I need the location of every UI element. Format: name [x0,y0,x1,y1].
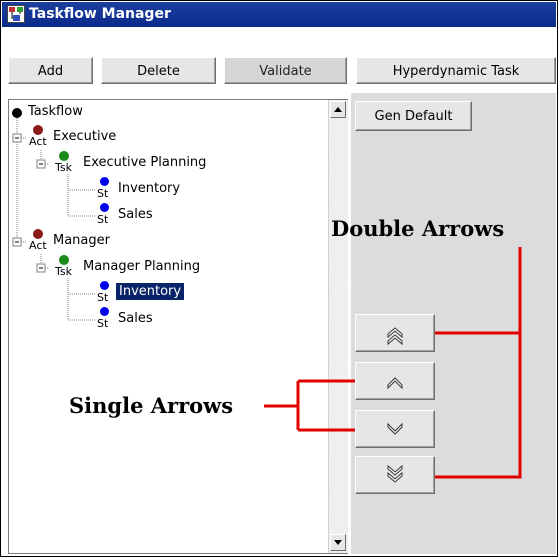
single-arrows-annotation: Single Arrows [69,393,234,418]
double-arrows-annotation: Double Arrows [331,216,505,241]
callout-lines [264,247,522,479]
taskflow-manager-window: Taskflow Manager Add Delete Validate Hyp… [0,0,558,557]
